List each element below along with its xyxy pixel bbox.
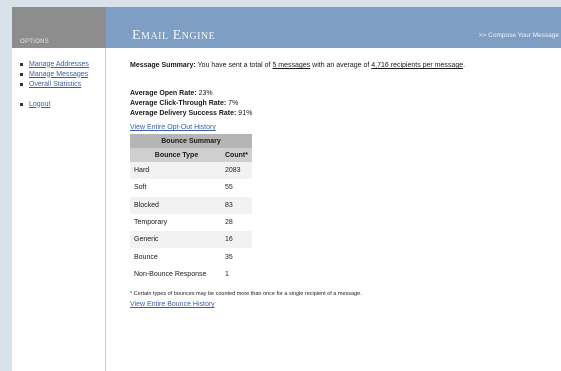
manage-addresses-link[interactable]: Manage Addresses bbox=[29, 61, 89, 68]
summary-text: . bbox=[463, 62, 466, 69]
bullet-icon bbox=[20, 102, 23, 106]
bounce-history-link[interactable]: View Entire Bounce History bbox=[130, 301, 215, 308]
sidebar-item-overall-statistics: Overall Statistics bbox=[20, 79, 89, 89]
message-summary-label: Message Summary: bbox=[130, 62, 196, 69]
manage-messages-link[interactable]: Manage Messages bbox=[29, 71, 88, 78]
bounce-type-cell: Temporary bbox=[130, 213, 223, 232]
bounce-type-cell: Hard bbox=[130, 162, 223, 180]
delivery-rate-value: 91% bbox=[236, 110, 253, 117]
sidebar-item-logout: Logout bbox=[20, 99, 89, 109]
app-frame: OPTIONS Email Engine >> Compose Your Mes… bbox=[12, 7, 561, 371]
delivery-success-rate: Average Delivery Success Rate: 91% bbox=[130, 109, 252, 119]
rates-block: Average Open Rate: 23% Average Click-Thr… bbox=[130, 89, 252, 119]
open-rate-value: 23% bbox=[196, 90, 213, 97]
bounce-type-cell: Generic bbox=[130, 231, 223, 249]
count-cell: 28 bbox=[223, 213, 252, 232]
messages-count-link[interactable]: 5 messages bbox=[272, 62, 310, 69]
bounce-type-header: Bounce Type bbox=[130, 148, 223, 162]
count-cell: 1 bbox=[223, 265, 252, 284]
bounce-type-cell: Blocked bbox=[130, 196, 223, 214]
bounce-footnote: * Certain types of bounces may be counte… bbox=[130, 291, 362, 297]
compose-message-link[interactable]: >> Compose Your Message bbox=[479, 32, 559, 39]
sidebar-item-manage-addresses: Manage Addresses bbox=[20, 59, 89, 69]
sidebar-header: OPTIONS bbox=[12, 7, 106, 48]
overall-statistics-link[interactable]: Overall Statistics bbox=[29, 81, 81, 88]
message-summary: Message Summary: You have sent a total o… bbox=[130, 62, 465, 69]
table-row: Temporary 28 bbox=[130, 213, 252, 232]
bullet-icon bbox=[20, 82, 23, 86]
table-row: Generic 16 bbox=[130, 231, 252, 249]
table-row: Blocked 83 bbox=[130, 196, 252, 214]
click-rate-value: 7% bbox=[226, 100, 239, 107]
count-cell: 16 bbox=[223, 231, 252, 249]
count-cell: 35 bbox=[223, 248, 252, 266]
table-row: Hard 2083 bbox=[130, 162, 252, 180]
table-row: Non-Bounce Response 1 bbox=[130, 265, 252, 284]
logout-link[interactable]: Logout bbox=[29, 101, 50, 108]
count-cell: 83 bbox=[223, 196, 252, 214]
summary-text: You have sent a total of bbox=[195, 62, 273, 69]
open-rate-label: Average Open Rate: bbox=[130, 90, 197, 97]
bounce-summary-title: Bounce Summary bbox=[130, 134, 252, 148]
recipients-average-link[interactable]: 4,716 recipients per message bbox=[371, 62, 463, 69]
count-cell: 55 bbox=[223, 179, 252, 197]
bounce-summary-table: Bounce Summary Bounce Type Count* Hard 2… bbox=[130, 134, 252, 284]
bounce-type-cell: Soft bbox=[130, 179, 223, 197]
count-cell: 2083 bbox=[223, 162, 252, 180]
main-content: Message Summary: You have sent a total o… bbox=[130, 48, 561, 371]
app-title: Email Engine bbox=[132, 28, 216, 43]
app-header: Email Engine >> Compose Your Message bbox=[106, 7, 561, 48]
sidebar: Manage Addresses Manage Messages Overall… bbox=[12, 48, 106, 371]
table-row: Bounce 35 bbox=[130, 248, 252, 266]
delivery-rate-label: Average Delivery Success Rate: bbox=[130, 110, 237, 117]
click-through-rate: Average Click-Through Rate: 7% bbox=[130, 99, 252, 109]
sidebar-nav: Manage Addresses Manage Messages Overall… bbox=[20, 59, 89, 109]
opt-out-history-link[interactable]: View Entire Opt-Out History bbox=[130, 124, 216, 131]
sidebar-item-manage-messages: Manage Messages bbox=[20, 69, 89, 79]
count-header: Count* bbox=[223, 148, 252, 162]
bounce-type-cell: Bounce bbox=[130, 248, 223, 266]
bullet-icon bbox=[20, 72, 23, 76]
click-rate-label: Average Click-Through Rate: bbox=[130, 100, 227, 107]
options-label: OPTIONS bbox=[20, 39, 50, 45]
bullet-icon bbox=[20, 62, 23, 66]
table-row: Soft 55 bbox=[130, 179, 252, 197]
bounce-type-cell: Non-Bounce Response bbox=[130, 265, 223, 284]
open-rate: Average Open Rate: 23% bbox=[130, 89, 252, 99]
summary-text: with an average of bbox=[310, 62, 372, 69]
